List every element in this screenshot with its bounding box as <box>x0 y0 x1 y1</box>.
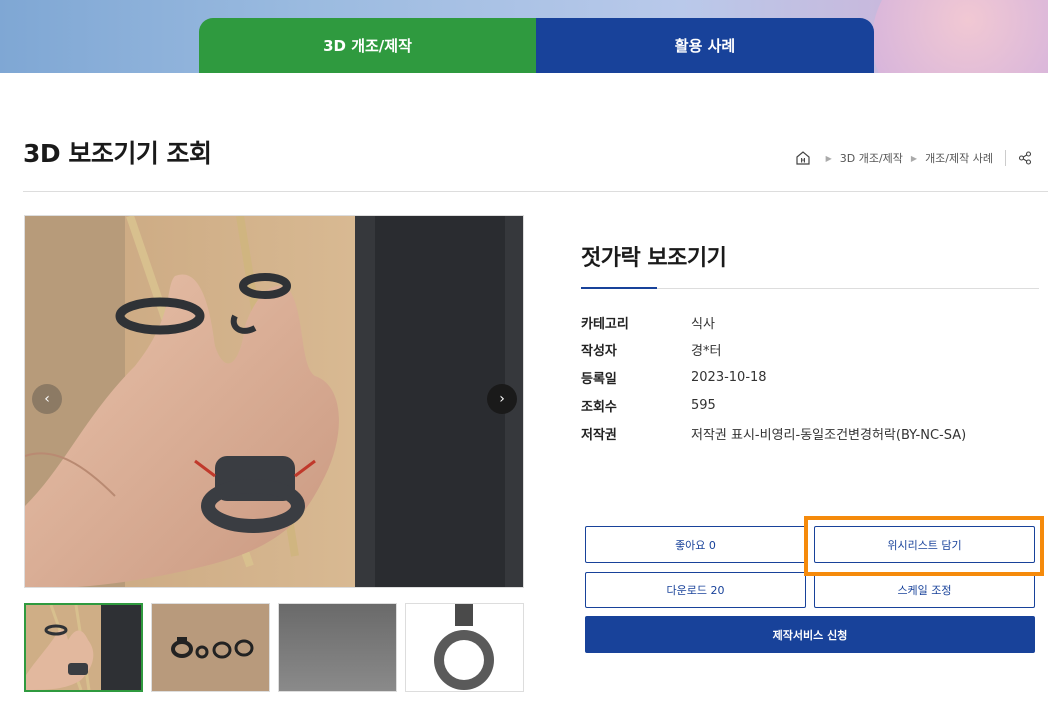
chevron-right-icon: › <box>499 391 505 407</box>
breadcrumb-item-cases[interactable]: 개조/제작 사례 <box>925 150 993 166</box>
home-icon[interactable]: H <box>794 149 812 167</box>
title-divider <box>23 191 1048 192</box>
thumbnail-1[interactable] <box>24 603 143 692</box>
carousel-prev-button[interactable]: ‹ <box>32 384 62 414</box>
info-label: 카테고리 <box>581 316 629 332</box>
info-row-author: 작성자 경*터 <box>581 339 721 359</box>
info-row-license: 저작권 저작권 표시-비영리-동일조건변경허락(BY-NC-SA) <box>581 423 966 443</box>
info-row-category: 카테고리 식사 <box>581 312 715 332</box>
info-value: 2023-10-18 <box>691 369 767 385</box>
breadcrumb-divider <box>1005 150 1006 166</box>
share-icon[interactable] <box>1016 149 1034 167</box>
info-label: 조회수 <box>581 399 617 415</box>
svg-text:H: H <box>800 158 805 165</box>
info-value: 595 <box>691 397 716 413</box>
like-button[interactable]: 좋아요 0 <box>585 526 806 563</box>
request-production-button[interactable]: 제작서비스 신청 <box>585 616 1035 653</box>
product-title: 젓가락 보조기기 <box>581 246 727 271</box>
tab-use-cases[interactable]: 활용 사례 <box>536 18 874 73</box>
thumbnail-3[interactable] <box>278 603 397 692</box>
wishlist-button[interactable]: 위시리스트 담기 <box>814 526 1035 563</box>
info-value: 식사 <box>691 316 715 332</box>
breadcrumb-separator: ▶ <box>825 153 832 163</box>
info-label: 등록일 <box>581 371 617 387</box>
chevron-left-icon: ‹ <box>44 391 50 407</box>
thumbnail-2[interactable] <box>151 603 270 692</box>
thumbnail-4[interactable] <box>405 603 524 692</box>
breadcrumb-separator: ▶ <box>910 153 918 163</box>
page-title: 3D 보조기기 조회 <box>23 139 212 168</box>
info-row-views: 조회수 595 <box>581 395 716 415</box>
banner-decoration <box>872 0 1048 73</box>
info-label: 작성자 <box>581 343 617 359</box>
info-row-date: 등록일 2023-10-18 <box>581 367 767 387</box>
main-product-image <box>24 215 524 588</box>
info-label: 저작권 <box>581 427 617 443</box>
scale-adjust-button[interactable]: 스케일 조정 <box>814 572 1035 608</box>
tab-3d-fabrication[interactable]: 3D 개조/제작 <box>199 18 536 73</box>
breadcrumb: H ▶ 3D 개조/제작 ▶ 개조/제작 사례 <box>794 148 1034 168</box>
info-value: 저작권 표시-비영리-동일조건변경허락(BY-NC-SA) <box>691 427 967 443</box>
title-rule-accent <box>581 287 657 289</box>
carousel-next-button[interactable]: › <box>487 384 517 414</box>
top-banner: 3D 개조/제작 활용 사례 <box>0 0 1048 73</box>
info-value: 경*터 <box>691 343 722 359</box>
download-button[interactable]: 다운로드 20 <box>585 572 806 608</box>
breadcrumb-item-3d[interactable]: 3D 개조/제작 <box>840 150 903 166</box>
